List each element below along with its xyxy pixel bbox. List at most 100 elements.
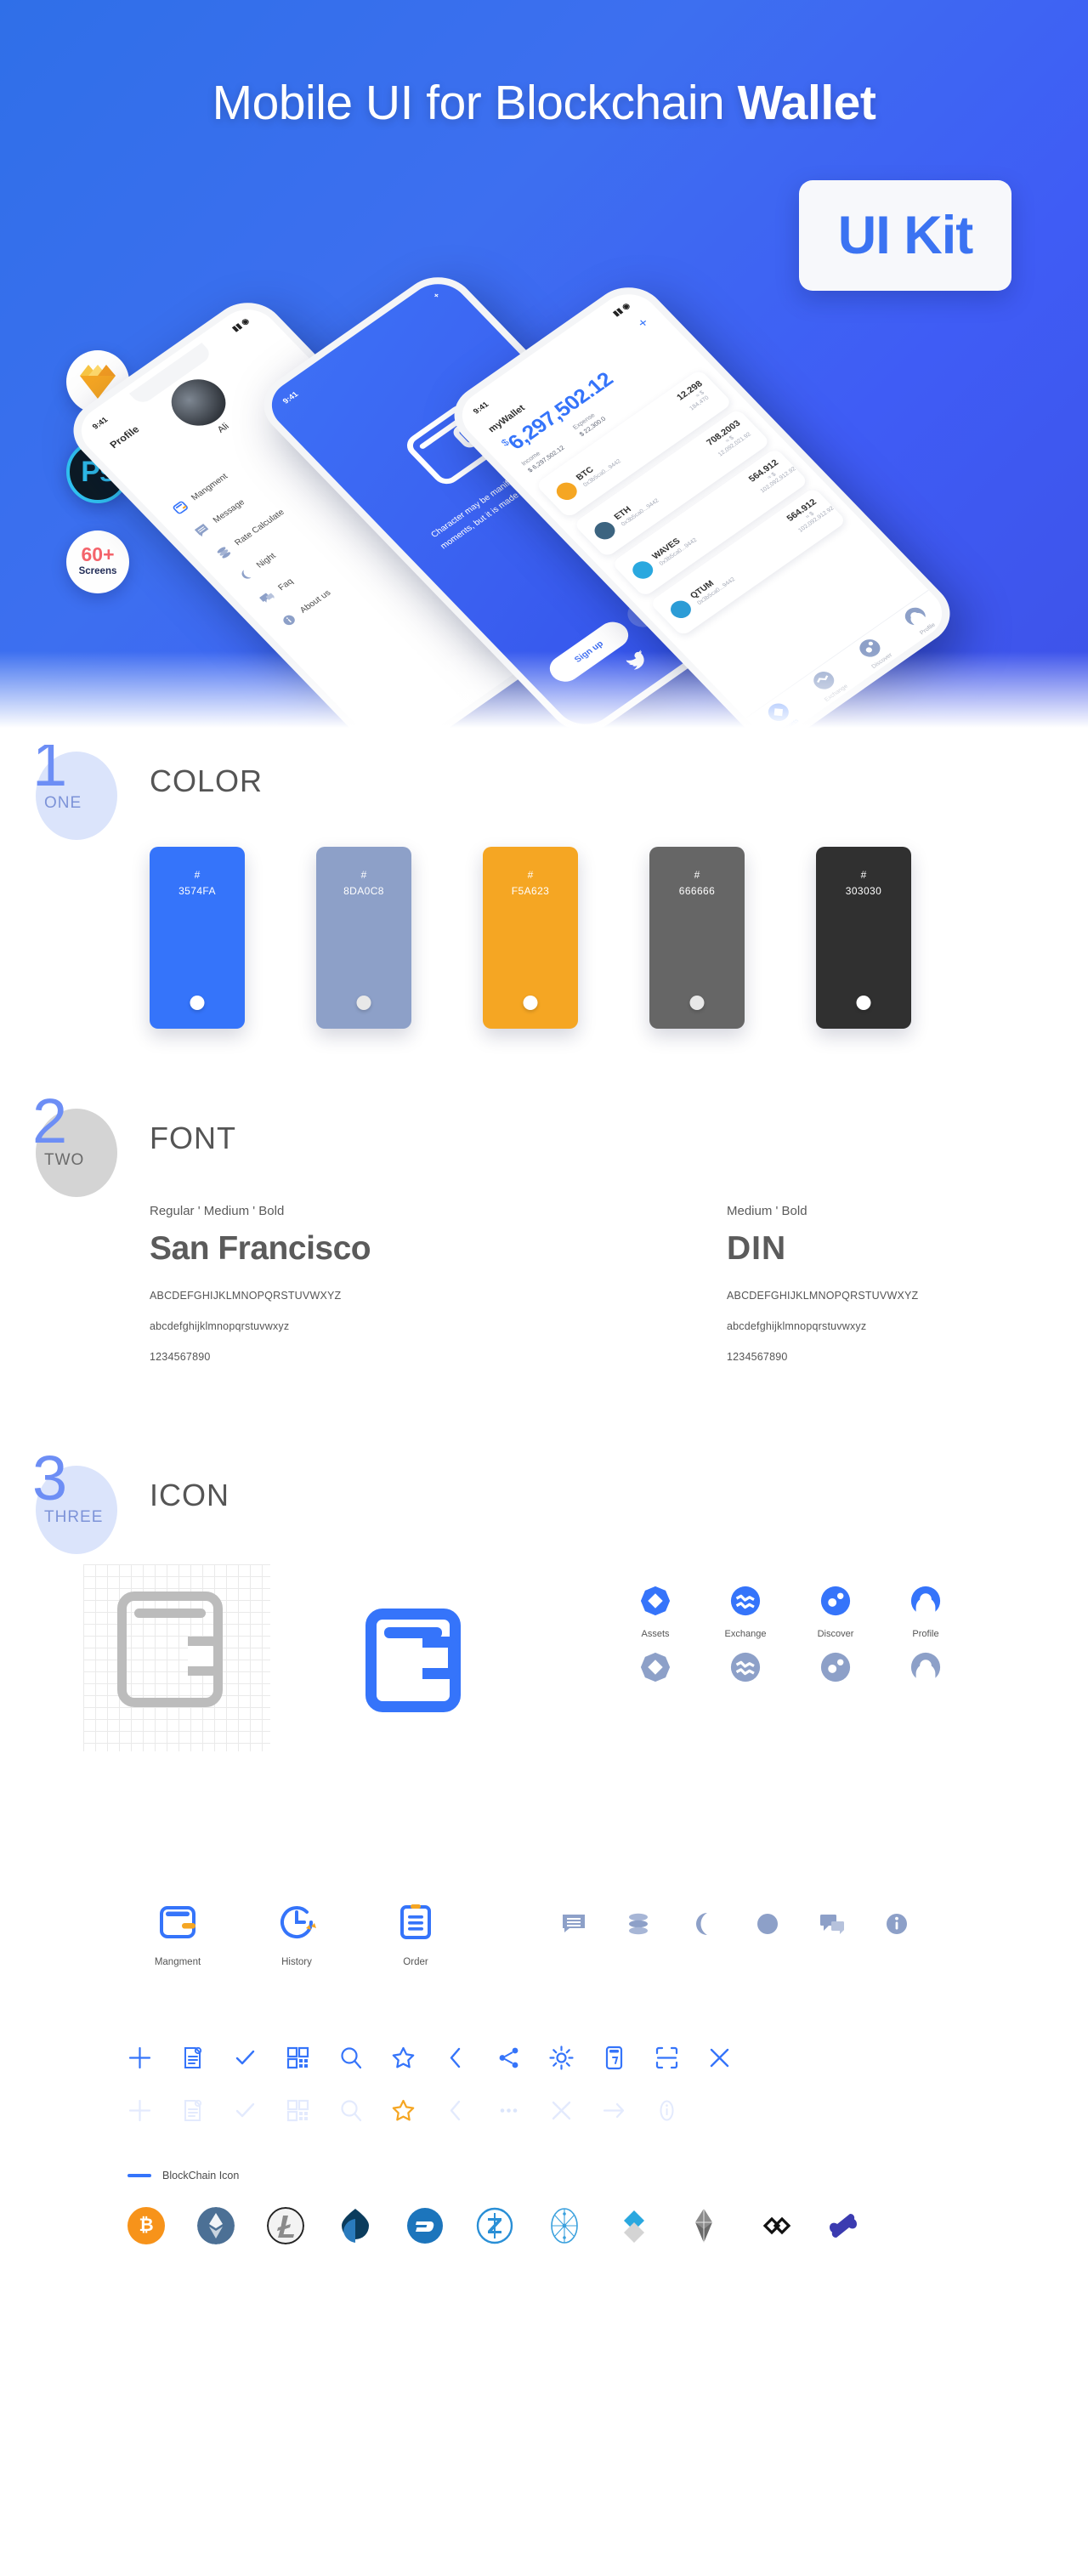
section-number-word: ONE [44, 794, 82, 812]
nav-icon-set: Assets Exchange Discover Profile [633, 1585, 948, 1688]
star-icon[interactable] [391, 2045, 416, 2070]
swatch-hex: 303030 [845, 885, 882, 898]
section-icon-header: 3 THREE ICON [0, 1447, 1088, 1561]
qrcode-icon[interactable] [286, 2098, 310, 2123]
message-icon[interactable] [561, 1911, 586, 1937]
check-icon[interactable] [233, 2045, 258, 2070]
chat-icon[interactable] [819, 1911, 845, 1937]
hero-banner: Mobile UI for Blockchain Wallet UI Kit P… [0, 0, 1088, 745]
close-icon[interactable] [549, 2098, 574, 2123]
litecoin-icon[interactable] [267, 2207, 304, 2244]
profile-icon[interactable] [910, 1585, 942, 1617]
assets-icon[interactable] [639, 1585, 672, 1617]
nav-icon-label: Assets [641, 1629, 670, 1639]
feature-icon-set: Mangment History Order [151, 1901, 442, 1967]
gear-icon[interactable] [549, 2045, 574, 2070]
chevron-left-icon[interactable] [444, 2098, 468, 2123]
document-settings-icon[interactable] [180, 2045, 205, 2070]
waves-icon [628, 557, 657, 582]
font-uppercase: ABCDEFGHIJKLMNOPQRSTUVWXYZ [150, 1290, 342, 1302]
blockchain-icon-header: BlockChain Icon [128, 2170, 862, 2182]
info-icon[interactable] [654, 2098, 679, 2123]
swatch-F5A623: # F5A623 [483, 847, 578, 1029]
section-font-header: 2 TWO FONT [0, 1090, 1088, 1204]
swatch-hex: 3574FA [178, 885, 216, 898]
star-icon[interactable] [391, 2098, 416, 2123]
qtum-icon[interactable] [546, 2207, 583, 2244]
search-icon[interactable] [338, 2098, 363, 2123]
swatch-dot [689, 996, 705, 1010]
discover-icon[interactable] [819, 1585, 852, 1617]
blockchain-icon-group: BlockChain Icon ₿ [128, 2170, 862, 2244]
nav-icon-label: Exchange [724, 1629, 767, 1639]
clipboard-icon[interactable] [394, 1901, 437, 1943]
waves-icon[interactable] [615, 2207, 653, 2244]
discover-icon-inactive[interactable] [819, 1651, 852, 1683]
status-time: 9:41 [90, 416, 110, 432]
assets-icon-inactive[interactable] [639, 1651, 672, 1683]
moon-icon[interactable] [690, 1911, 716, 1937]
zcash-icon[interactable] [476, 2207, 513, 2244]
nav-icon-label: Profile [912, 1629, 939, 1639]
feature-icon-order: Order [389, 1901, 442, 1967]
arrow-right-icon[interactable] [602, 2098, 626, 2123]
wallet-icon [173, 501, 188, 514]
info-icon [283, 615, 295, 626]
tenx-icon[interactable] [755, 2207, 792, 2244]
moon-icon [241, 570, 252, 579]
card-icon[interactable] [602, 2045, 626, 2070]
search-icon[interactable] [338, 2045, 363, 2070]
eos-icon[interactable] [685, 2207, 722, 2244]
swatch-label: #8DA0C8 [316, 867, 411, 899]
clock-icon[interactable] [275, 1901, 318, 1943]
wallet-icon[interactable] [156, 1901, 199, 1943]
database-icon[interactable] [626, 1911, 651, 1937]
ethereum-icon[interactable] [197, 2207, 235, 2244]
add-icon[interactable]: + [634, 315, 652, 331]
wallet-icon-final [366, 1609, 461, 1712]
swatch-666666: #666666 [649, 847, 745, 1029]
utility-icon-row-muted [128, 2098, 679, 2123]
nav-icon-label: Discover [817, 1629, 854, 1639]
swatch-dot [523, 996, 538, 1010]
dash-icon[interactable] [406, 2207, 444, 2244]
qrcode-icon[interactable] [286, 2045, 310, 2070]
document-settings-icon[interactable] [180, 2098, 205, 2123]
message-icon [194, 523, 209, 537]
twitter-icon[interactable] [620, 645, 655, 675]
exchange-icon[interactable] [729, 1585, 762, 1617]
add-icon[interactable]: + [432, 292, 445, 304]
section-color-header: 1 ONE COLOR [0, 733, 1088, 847]
plus-icon[interactable] [128, 2098, 152, 2123]
section-number: 3 [32, 1443, 68, 1513]
swatch-303030: #303030 [816, 847, 911, 1029]
phone-mockups: 9:41 ▮▮ ◉ Profile Ali Mangment Message R… [0, 0, 1088, 745]
section-icon: 3 THREE ICON Assets Exchange Discover Pr… [0, 1447, 1088, 2258]
scan-icon[interactable] [654, 2045, 679, 2070]
nano-icon[interactable] [824, 2207, 862, 2244]
more-icon[interactable] [496, 2098, 521, 2123]
divider-bar [128, 2174, 151, 2177]
qtum-icon [666, 597, 695, 621]
share-icon[interactable] [496, 2045, 521, 2070]
swatch-dot [356, 996, 371, 1010]
info-icon[interactable] [884, 1911, 910, 1937]
close-icon[interactable] [707, 2045, 732, 2070]
font-lowercase: abcdefghijklmnopqrstuvwxyz [727, 1320, 867, 1332]
swatch-label: # F5A623 [483, 867, 578, 899]
font-name: San Francisco [150, 1230, 371, 1267]
exchange-icon-inactive[interactable] [729, 1651, 762, 1683]
font-lowercase: abcdefghijklmnopqrstuvwxyz [150, 1320, 290, 1332]
wallet-icon [366, 1609, 461, 1712]
check-icon[interactable] [233, 2098, 258, 2123]
section-number: 2 [32, 1086, 68, 1156]
chevron-left-icon[interactable] [444, 2045, 468, 2070]
plus-icon[interactable] [128, 2045, 152, 2070]
bitcoin-icon[interactable]: ₿ [128, 2207, 165, 2244]
waves-blue-icon[interactable] [337, 2207, 374, 2244]
circle-icon[interactable] [755, 1911, 780, 1937]
profile-icon-inactive[interactable] [910, 1651, 942, 1683]
feature-icon-label: Mangment [154, 1957, 201, 1967]
font-name: DIN [727, 1230, 787, 1267]
section-number-word: THREE [44, 1508, 104, 1526]
